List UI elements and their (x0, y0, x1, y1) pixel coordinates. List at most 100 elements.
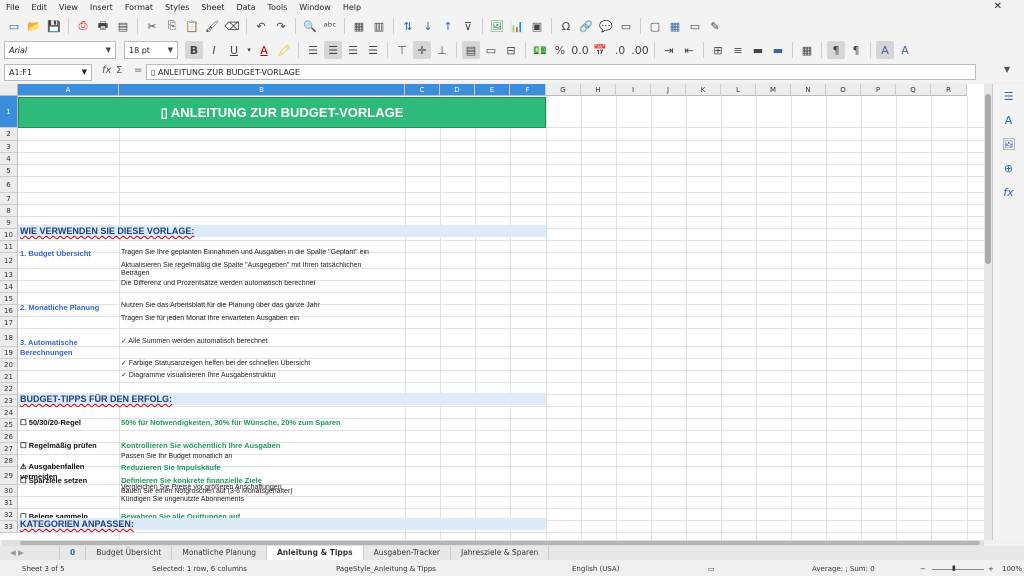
hyperlink-icon[interactable]: 🔗 (577, 17, 595, 35)
row-header[interactable]: 12 (0, 253, 18, 269)
row-header[interactable]: 29 (0, 467, 18, 485)
menu-file[interactable]: File (6, 3, 19, 12)
borders-icon[interactable]: ⊞ (709, 41, 727, 59)
align-right-icon[interactable]: ☰ (344, 41, 362, 59)
label-budget-overview[interactable]: 1. Budget Übersicht (20, 249, 91, 258)
highlight-icon[interactable]: 🖍 (275, 41, 293, 59)
column-header-j[interactable]: J (651, 84, 686, 96)
cell-b27[interactable]: Nutzen Sie Apps zur Ausgabenverfolgung (121, 523, 250, 530)
tip-savings-goals[interactable]: ☐ Sparziele setzen (20, 476, 87, 485)
menu-edit[interactable]: Edit (31, 3, 47, 12)
column-header-i[interactable]: I (616, 84, 651, 96)
tip-collect-receipts[interactable]: ☐ Belege sammeln (20, 512, 88, 521)
font-size-box[interactable]: 18 pt ▼ (124, 41, 178, 59)
save-icon[interactable]: 💾 (45, 17, 63, 35)
tab-guide-tips[interactable]: Anleitung & Tipps (266, 546, 364, 560)
row-header[interactable]: 8 (0, 205, 18, 217)
number-format-icon[interactable]: 0.0 (571, 41, 589, 59)
row-header[interactable]: 25 (0, 419, 18, 431)
scroll-thumb[interactable] (985, 94, 991, 264)
menu-styles[interactable]: Styles (165, 3, 189, 12)
column-header-f[interactable]: F (510, 84, 546, 96)
row-header[interactable]: 15 (0, 293, 18, 305)
currency-format-icon[interactable]: 💵 (531, 41, 549, 59)
row-header[interactable]: 16 (0, 305, 18, 317)
cell-b12[interactable]: ✓ Alle Summen werden automatisch berechn… (121, 337, 268, 345)
formula-icon[interactable]: = (134, 65, 142, 76)
column-header-e[interactable]: E (475, 84, 510, 96)
scroll-thumb[interactable] (20, 541, 980, 545)
insert-image-icon[interactable]: 🖼 (488, 17, 506, 35)
menu-insert[interactable]: Insert (90, 3, 113, 12)
row-header[interactable]: 4 (0, 153, 18, 165)
split-window-icon[interactable]: ▭ (686, 17, 704, 35)
zoom-in-icon[interactable]: + (988, 565, 994, 573)
print-preview-icon[interactable]: ▤ (114, 17, 132, 35)
row-header[interactable]: 33 (0, 521, 18, 533)
column-header-n[interactable]: N (791, 84, 826, 96)
align-bottom-icon[interactable]: ⊥ (433, 41, 451, 59)
find-replace-icon[interactable]: 🔍 (301, 17, 319, 35)
vertical-scrollbar[interactable] (984, 84, 992, 540)
row-header[interactable]: 7 (0, 193, 18, 205)
select-all-corner[interactable] (0, 84, 18, 96)
menu-sheet[interactable]: Sheet (201, 3, 224, 12)
freeze-rows-columns-icon[interactable]: ▦ (666, 17, 684, 35)
tab-expense-tracker[interactable]: Ausgaben-Tracker (364, 546, 451, 560)
functions-icon[interactable]: fx (1000, 186, 1018, 204)
right-to-left-icon[interactable]: ¶ (847, 41, 865, 59)
column-header-q[interactable]: Q (896, 84, 931, 96)
show-draw-functions-icon[interactable]: ✎ (706, 17, 724, 35)
menu-tools[interactable]: Tools (268, 3, 288, 12)
zoom-out-icon[interactable]: − (920, 565, 926, 573)
undo-icon[interactable]: ↶ (252, 17, 270, 35)
tip-50-30-20[interactable]: ☐ 50/30/20-Regel (20, 418, 81, 427)
column-header-o[interactable]: O (826, 84, 861, 96)
align-top-icon[interactable]: ⊤ (393, 41, 411, 59)
properties-icon[interactable]: ☰ (1000, 90, 1018, 108)
row-header[interactable]: 9 (0, 217, 18, 229)
special-character-icon[interactable]: Ω (557, 17, 575, 35)
menu-view[interactable]: View (59, 3, 78, 12)
tip-regular-check[interactable]: ☐ Regelmäßig prüfen (20, 441, 97, 450)
row-header[interactable]: 30 (0, 485, 18, 497)
name-box[interactable]: A1:F1 ▼ (4, 63, 92, 81)
column-header-d[interactable]: D (440, 84, 475, 96)
cell-b20[interactable]: Kontrollieren Sie wöchentlich Ihre Ausga… (121, 441, 280, 450)
row-header[interactable]: 5 (0, 165, 18, 177)
sum-icon[interactable]: Σ (116, 65, 122, 76)
cell-b26[interactable]: Bewahren Sie alle Quittungen auf (121, 512, 240, 521)
headers-footers-icon[interactable]: ▭ (617, 17, 635, 35)
autofilter-icon[interactable]: ⊽ (459, 17, 477, 35)
merge-cells-icon[interactable]: ⊟ (502, 41, 520, 59)
increase-indent-icon[interactable]: ⇥ (660, 41, 678, 59)
merge-center-icon[interactable]: ▭ (482, 41, 500, 59)
comment-icon[interactable]: 💬 (597, 17, 615, 35)
status-pagestyle[interactable]: PageStyle_Anleitung & Tipps (336, 565, 436, 573)
cell-b6[interactable]: Aktualisieren Sie regelmäßig die Spalte … (121, 262, 361, 269)
cell-b5[interactable]: Tragen Sie Ihre geplanten Einnahmen und … (121, 249, 369, 256)
cell-b13[interactable]: ✓ Farbige Statusanzeigen helfen bei der … (121, 359, 310, 367)
percent-format-icon[interactable]: % (551, 41, 569, 59)
menu-help[interactable]: Help (343, 3, 361, 12)
text-direction-vertical-icon[interactable]: A (896, 41, 914, 59)
zoom-slider-thumb[interactable]: ▮ (952, 564, 956, 572)
row-header[interactable]: 20 (0, 359, 18, 371)
column-header-c[interactable]: C (405, 84, 440, 96)
cell-b18[interactable]: 50% für Notwendigkeiten, 30% für Wünsche… (121, 418, 341, 427)
delete-decimal-icon[interactable]: .00 (631, 41, 649, 59)
row-header[interactable]: 19 (0, 347, 18, 359)
row-header[interactable]: 24 (0, 407, 18, 419)
open-icon[interactable]: 📂 (25, 17, 43, 35)
define-print-area-icon[interactable]: ▢ (646, 17, 664, 35)
cell-b10[interactable]: Tragen Sie für jeden Monat Ihre erwartet… (121, 315, 299, 322)
label-monthly-planning[interactable]: 2. Monatliche Planung (20, 303, 99, 312)
border-style-icon[interactable]: ≡ (729, 41, 747, 59)
cell-b14[interactable]: ✓ Diagramme visualisieren Ihre Ausgabens… (121, 371, 276, 379)
cell-b7[interactable]: Die Differenz und Prozentsätze werden au… (121, 280, 315, 287)
close-document-icon[interactable]: ✕ (994, 1, 1002, 12)
title-banner[interactable]: ▯ ANLEITUNG ZUR BUDGET-VORLAGE (18, 97, 546, 128)
row-header[interactable]: 10 (0, 229, 18, 241)
row-header[interactable]: 21 (0, 371, 18, 383)
tab-monthly-planning[interactable]: Monatliche Planung (172, 546, 267, 560)
